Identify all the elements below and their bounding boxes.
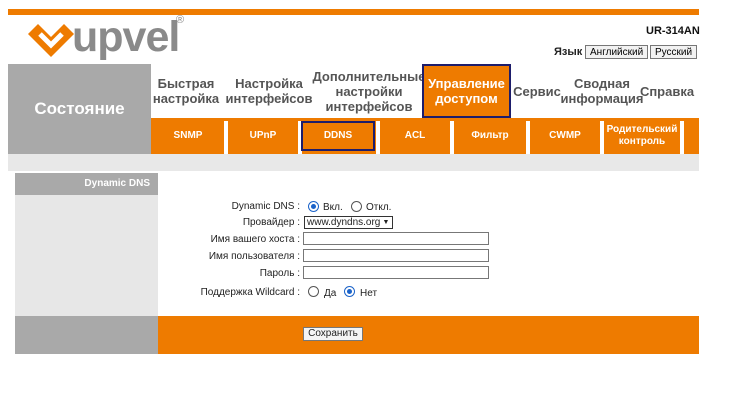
- section-title: Dynamic DNS: [15, 173, 158, 195]
- password-label: Пароль :: [259, 268, 300, 279]
- menu-quick-setup[interactable]: Быстрая настройка: [151, 64, 221, 118]
- wildcard-yes-label: Да: [324, 288, 337, 299]
- submenu-snmp[interactable]: SNMP: [153, 121, 223, 151]
- footer-left: [15, 316, 158, 354]
- wildcard-no-radio[interactable]: [344, 286, 355, 297]
- hostname-label: Имя вашего хоста :: [210, 234, 300, 245]
- footer-bar: [158, 316, 699, 354]
- menu-interface-setup[interactable]: Настройка интерфейсов: [224, 64, 314, 118]
- separator-bar: [8, 154, 699, 171]
- wildcard-label: Поддержка Wildcard :: [200, 287, 300, 298]
- submenu-acl[interactable]: ACL: [380, 121, 450, 151]
- menu-advanced-setup[interactable]: Дополнительные настройки интерфейсов: [313, 64, 426, 118]
- submenu-ddns[interactable]: DDNS: [301, 121, 375, 151]
- password-input[interactable]: [303, 266, 489, 279]
- provider-select-value: www.dyndns.org: [307, 217, 381, 228]
- brand-name: upvel: [72, 13, 180, 61]
- username-input[interactable]: [303, 249, 489, 262]
- language-label: Язык: [554, 46, 583, 58]
- provider-label: Провайдер :: [242, 217, 300, 228]
- hostname-input[interactable]: [303, 232, 489, 245]
- submenu-filter[interactable]: Фильтр: [454, 121, 526, 151]
- chevron-down-icon: ▼: [382, 219, 390, 226]
- submenu-parental-control[interactable]: Родительский контроль: [604, 121, 680, 151]
- ddns-on-label: Вкл.: [323, 202, 343, 213]
- save-button[interactable]: Сохранить: [303, 327, 363, 341]
- wildcard-no-label: Нет: [360, 288, 378, 299]
- menu-access-management[interactable]: Управление доступом: [422, 64, 511, 118]
- menu-help[interactable]: Справка: [640, 64, 694, 118]
- menu-status-info[interactable]: Сводная информация: [561, 64, 644, 118]
- ddns-on-radio[interactable]: [308, 201, 319, 212]
- english-language-button[interactable]: Английский: [585, 45, 649, 59]
- model-name: UR-314AN: [646, 25, 700, 37]
- submenu-divider: [680, 121, 684, 154]
- submenu-cwmp[interactable]: CWMP: [530, 121, 600, 151]
- submenu-upnp[interactable]: UPnP: [228, 121, 298, 151]
- registered-mark: ®: [176, 14, 185, 26]
- russian-language-button[interactable]: Русский: [650, 45, 698, 59]
- ddns-off-label: Откл.: [366, 202, 392, 213]
- ddns-off-radio[interactable]: [351, 201, 362, 212]
- username-label: Имя пользователя :: [208, 251, 300, 262]
- ddns-label: Dynamic DNS :: [231, 201, 300, 212]
- provider-select[interactable]: www.dyndns.org ▼: [304, 216, 393, 229]
- wildcard-yes-radio[interactable]: [308, 286, 319, 297]
- status-section-title: Состояние: [8, 64, 151, 154]
- menu-maintenance[interactable]: Сервис: [511, 64, 563, 118]
